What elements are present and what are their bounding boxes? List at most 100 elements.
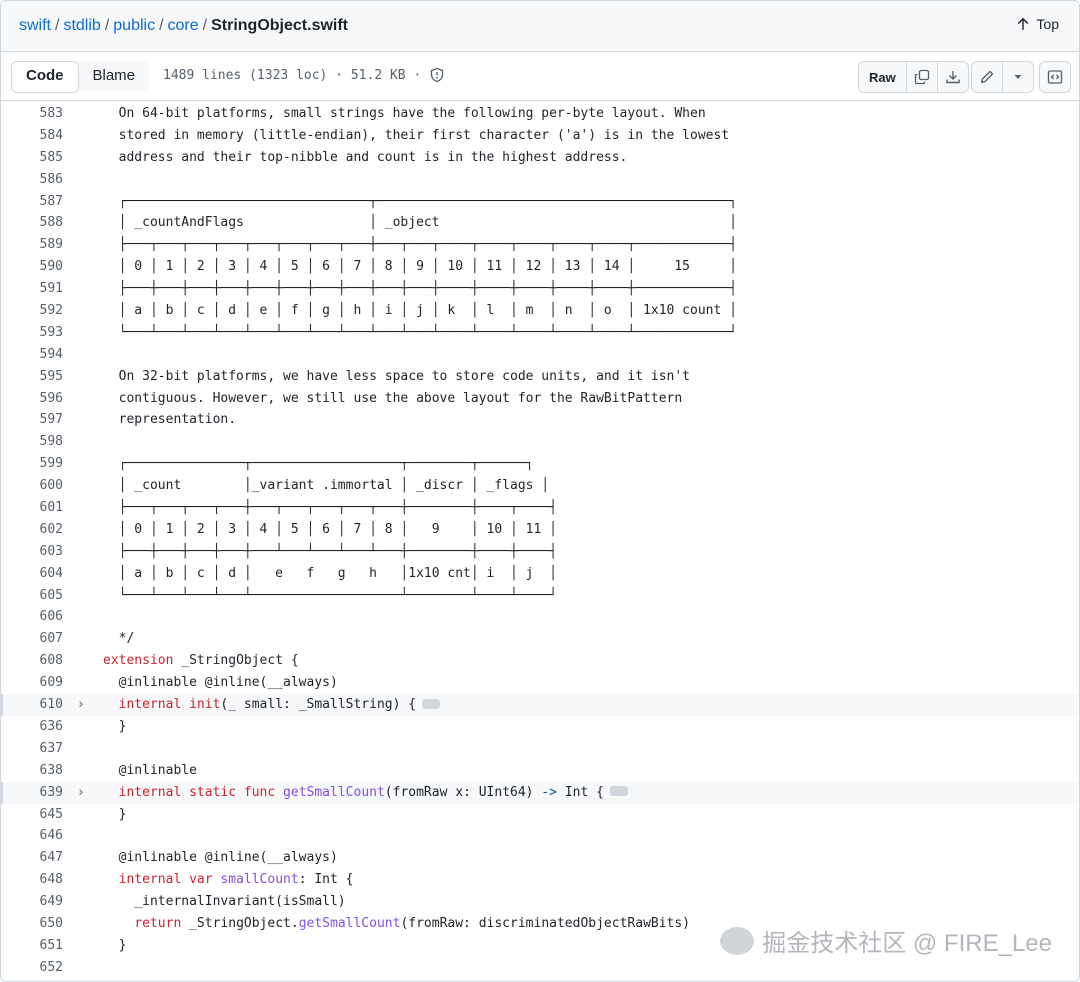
folded-code-button[interactable] <box>609 786 628 797</box>
line-number[interactable]: 592 <box>1 300 63 322</box>
code-text: @inlinable @inline(__always) <box>103 850 338 866</box>
download-button[interactable] <box>938 62 968 92</box>
line-number[interactable]: 639 <box>1 782 63 804</box>
code-text: extension _StringObject { <box>103 653 299 669</box>
code-text: ├───┼───┼───┼───┼───┴───┴───┴───┴───┼───… <box>103 543 557 559</box>
code-line: 649 _internalInvariant(isSmall) <box>1 891 1079 913</box>
line-number[interactable]: 652 <box>1 957 63 979</box>
line-number[interactable]: 609 <box>1 672 63 694</box>
edit-actions-group <box>971 61 1034 93</box>
edit-button[interactable] <box>972 62 1003 92</box>
code-text: On 64-bit platforms, small strings have … <box>103 106 706 121</box>
line-number[interactable]: 607 <box>1 628 63 650</box>
line-number[interactable]: 600 <box>1 475 63 497</box>
line-number[interactable]: 604 <box>1 563 63 585</box>
breadcrumb-repo-link[interactable]: swift <box>19 17 51 34</box>
line-number[interactable]: 606 <box>1 606 63 628</box>
breadcrumb-stdlib-link[interactable]: stdlib <box>63 17 100 34</box>
code-text: _internalInvariant(isSmall) <box>103 894 346 910</box>
wechat-icon <box>720 926 755 955</box>
line-number[interactable]: 589 <box>1 234 63 256</box>
line-number[interactable]: 590 <box>1 256 63 278</box>
code-text: On 32-bit platforms, we have less space … <box>103 368 690 384</box>
shield-icon[interactable] <box>429 67 445 83</box>
line-number[interactable]: 598 <box>1 431 63 453</box>
line-number[interactable]: 595 <box>1 366 63 388</box>
symbols-group <box>1039 61 1071 93</box>
file-header: swift / stdlib / public / core / StringObject.sw… <box>1 1 1079 52</box>
top-button[interactable]: Top <box>1016 16 1059 32</box>
line-number[interactable]: 591 <box>1 278 63 300</box>
code-line: 636 } <box>1 716 1079 738</box>
line-number[interactable]: 649 <box>1 891 63 913</box>
code-line: 610 › internal init(_ small: _SmallString… <box>1 694 1079 716</box>
code-text: */ <box>103 631 135 647</box>
line-number[interactable]: 586 <box>1 169 63 191</box>
breadcrumb-public-link[interactable]: public <box>113 17 155 34</box>
line-number[interactable]: 596 <box>1 388 63 410</box>
line-number[interactable]: 645 <box>1 804 63 826</box>
folded-code-button[interactable] <box>422 698 441 709</box>
line-number[interactable]: 603 <box>1 541 63 563</box>
code-line: 605 └───┴───┴───┴───┴───────────────────… <box>1 585 1079 607</box>
copy-icon <box>914 69 929 85</box>
breadcrumb-separator: / <box>202 17 208 34</box>
code-text: │ 0 │ 1 │ 2 │ 3 │ 4 │ 5 │ 6 │ 7 │ 8 │ 9 … <box>103 259 737 275</box>
code-line: 646 <box>1 825 1079 847</box>
chevron-right-icon[interactable]: › <box>77 782 85 804</box>
line-number[interactable]: 650 <box>1 913 63 935</box>
code-line: 609 @inlinable @inline(__always) <box>1 672 1079 694</box>
symbols-button[interactable] <box>1040 62 1070 92</box>
line-number[interactable]: 583 <box>1 103 63 125</box>
code-line: 606 <box>1 606 1079 628</box>
download-icon <box>946 71 960 84</box>
breadcrumb-separator: / <box>55 17 60 34</box>
tab-blame[interactable]: Blame <box>79 61 150 91</box>
code-text: internal var smallCount: Int { <box>118 872 354 888</box>
breadcrumb-core-link[interactable]: core <box>168 17 199 34</box>
line-number[interactable]: 648 <box>1 869 63 891</box>
raw-button[interactable]: Raw <box>859 62 907 92</box>
line-number[interactable]: 610 <box>1 694 63 716</box>
line-number[interactable]: 593 <box>1 322 63 344</box>
line-number[interactable]: 585 <box>1 147 63 169</box>
code-line: 587 ┌───────────────────────────────┬───… <box>1 191 1079 213</box>
code-text: │ _count │_variant .immortal │ _discr │ … <box>103 478 550 494</box>
code-text: │ a │ b │ c │ d │ e f g h │1x10 cnt│ i │… <box>103 565 557 581</box>
line-number[interactable]: 638 <box>1 760 63 782</box>
code-line: 599 ┌───────────────┬───────────────────… <box>1 453 1079 475</box>
code-line: 648 internal var smallCount: Int { <box>1 869 1079 891</box>
line-number[interactable]: 602 <box>1 519 63 541</box>
caret-down-icon <box>1014 75 1022 79</box>
code-line: 608 extension _StringObject { <box>1 650 1079 672</box>
watermark-text: 掘金技术社区 @ FIRE_Lee <box>762 930 1052 957</box>
line-number[interactable]: 608 <box>1 650 63 672</box>
line-number[interactable]: 587 <box>1 191 63 213</box>
line-number[interactable]: 588 <box>1 212 63 234</box>
code-line: 594 <box>1 344 1079 366</box>
line-number[interactable]: 647 <box>1 847 63 869</box>
code-text: return _StringObject.getSmallCount(fromR… <box>134 915 691 931</box>
line-number[interactable]: 594 <box>1 344 63 366</box>
line-number[interactable]: 599 <box>1 453 63 475</box>
line-number[interactable]: 636 <box>1 716 63 738</box>
copy-button[interactable] <box>907 62 938 92</box>
code-line: 647 @inlinable @inline(__always) <box>1 847 1079 869</box>
code-line: 604 │ a │ b │ c │ d │ e f g h │1x10 cnt│… <box>1 563 1079 585</box>
code-text: └───┴───┴───┴───┴───────────────────┴───… <box>103 587 557 603</box>
line-number[interactable]: 584 <box>1 125 63 147</box>
line-number[interactable]: 637 <box>1 738 63 760</box>
edit-menu-button[interactable] <box>1003 62 1033 92</box>
code-text: ┌───────────────┬───────────────────┬───… <box>103 456 534 472</box>
line-number[interactable]: 646 <box>1 825 63 847</box>
line-number[interactable]: 597 <box>1 409 63 431</box>
chevron-right-icon[interactable]: › <box>77 694 85 716</box>
code-line: 596 contiguous. However, we still use th… <box>1 388 1079 410</box>
code-text: @inlinable <box>103 762 197 778</box>
code-line: 593 └───┴───┴───┴───┴───┴───┴───┴───┴───… <box>1 322 1079 344</box>
tab-code[interactable]: Code <box>11 61 79 93</box>
line-number[interactable]: 601 <box>1 497 63 519</box>
line-number[interactable]: 605 <box>1 585 63 607</box>
code-text: ┌───────────────────────────────┬───────… <box>103 193 737 209</box>
line-number[interactable]: 651 <box>1 935 63 957</box>
